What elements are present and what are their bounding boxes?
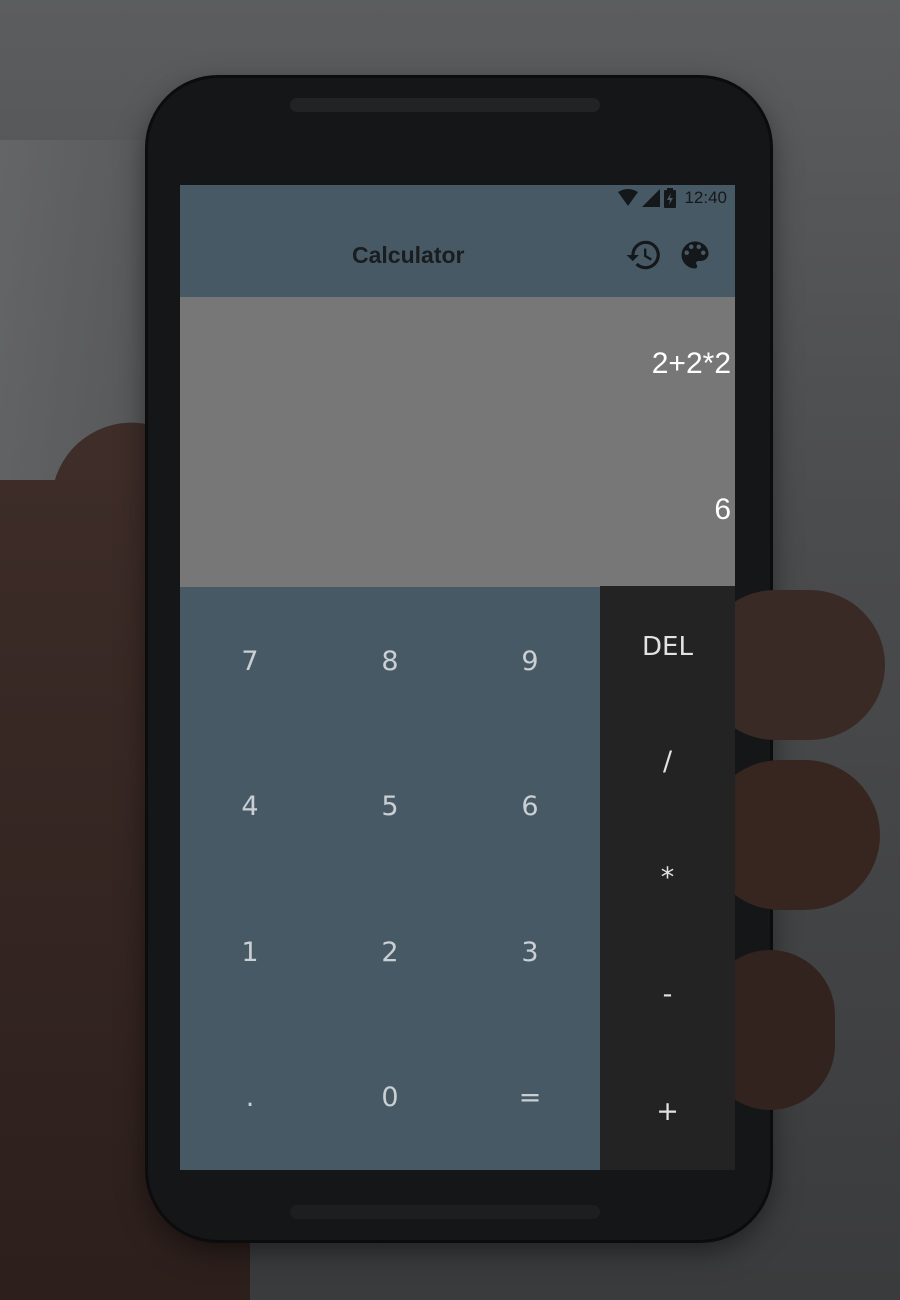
key-5[interactable]: 5	[320, 734, 460, 879]
key-4[interactable]: 4	[180, 734, 320, 879]
calculator-display: 2+2*2 6	[180, 297, 735, 587]
key-7[interactable]: 7	[180, 589, 320, 734]
phone-speaker-top	[290, 98, 600, 112]
key-equals[interactable]: =	[460, 1025, 600, 1170]
key-add[interactable]: +	[600, 1053, 735, 1170]
phone-speaker-bottom	[290, 1205, 600, 1219]
status-time: 12:40	[684, 188, 727, 207]
theme-button[interactable]	[675, 237, 715, 277]
result-text: 6	[714, 493, 731, 526]
key-8[interactable]: 8	[320, 589, 460, 734]
expression-text: 2+2*2	[651, 347, 731, 380]
status-bar: 12:40	[180, 185, 735, 215]
phone-screen: 12:40 Calculator 2+2*2 6 7 8 9 4 5 6 1 2…	[180, 185, 735, 1170]
key-0[interactable]: 0	[320, 1025, 460, 1170]
key-2[interactable]: 2	[320, 880, 460, 1025]
history-button[interactable]	[624, 237, 664, 277]
battery-charging-icon	[664, 188, 677, 208]
key-6[interactable]: 6	[460, 734, 600, 879]
palette-icon	[677, 237, 713, 278]
app-toolbar: Calculator	[180, 215, 735, 295]
operator-pad: DEL / * - +	[600, 586, 735, 1170]
cell-signal-icon	[642, 189, 661, 207]
key-multiply[interactable]: *	[600, 820, 735, 937]
key-subtract[interactable]: -	[600, 936, 735, 1053]
delete-button[interactable]: DEL	[600, 586, 735, 703]
numpad: 7 8 9 4 5 6 1 2 3 . 0 =	[180, 589, 600, 1170]
history-icon	[625, 236, 663, 279]
app-title: Calculator	[352, 242, 465, 268]
wifi-icon	[618, 189, 639, 207]
key-1[interactable]: 1	[180, 880, 320, 1025]
key-decimal[interactable]: .	[180, 1025, 320, 1170]
key-divide[interactable]: /	[600, 703, 735, 820]
key-3[interactable]: 3	[460, 880, 600, 1025]
key-9[interactable]: 9	[460, 589, 600, 734]
